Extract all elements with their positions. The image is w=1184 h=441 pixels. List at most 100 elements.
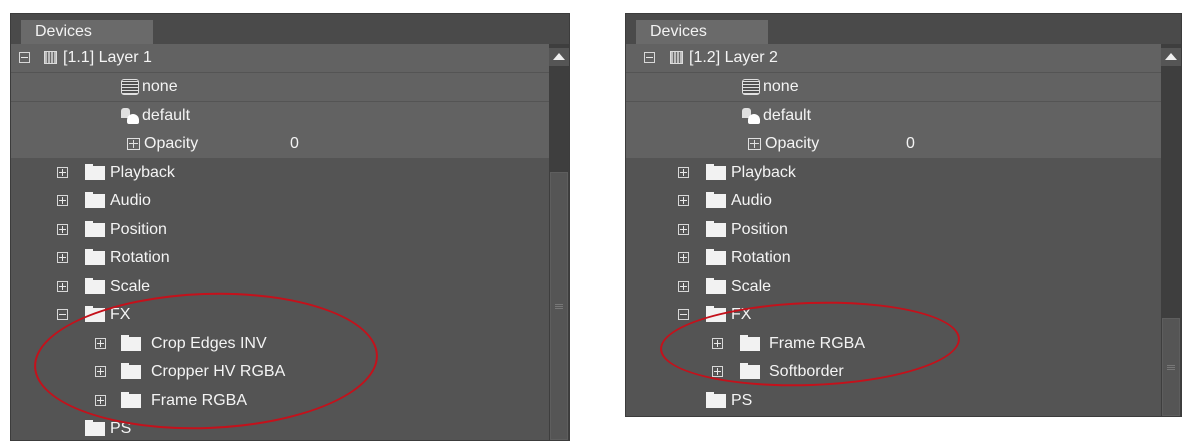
tree-row-fx[interactable]: FX xyxy=(11,301,549,329)
tree-row-audio[interactable]: Audio xyxy=(11,187,549,215)
tree-row-fx-child[interactable]: Frame RGBA xyxy=(11,387,549,415)
vertical-scrollbar[interactable] xyxy=(549,44,569,440)
expand-icon[interactable] xyxy=(678,281,689,292)
opacity-label: Opacity xyxy=(765,135,820,152)
expand-icon[interactable] xyxy=(678,252,689,263)
layer-label: [1.1] Layer 1 xyxy=(63,49,152,66)
layer-label: [1.2] Layer 2 xyxy=(689,49,778,66)
folder-icon xyxy=(740,335,760,351)
devices-panel-right: Devices [1.2] Layer 2 none default Opaci… xyxy=(625,13,1182,417)
folder-icon xyxy=(85,420,105,436)
none-label: none xyxy=(763,78,799,95)
collapse-icon[interactable] xyxy=(678,309,689,320)
expand-icon[interactable] xyxy=(57,252,68,263)
folder-icon xyxy=(706,278,726,294)
expand-icon[interactable] xyxy=(57,167,68,178)
tree-row-fx[interactable]: FX xyxy=(626,301,1161,329)
folder-label: Frame RGBA xyxy=(151,392,248,409)
tree-row-ps[interactable]: PS xyxy=(626,387,1161,415)
tree-row-fx-child[interactable]: Cropper HV RGBA xyxy=(11,358,549,386)
tree-row-none[interactable]: none xyxy=(626,73,1161,101)
scroll-up-icon[interactable] xyxy=(549,48,569,66)
folder-label: Frame RGBA xyxy=(769,335,866,352)
scroll-up-icon[interactable] xyxy=(1161,48,1181,66)
tree-row-scale[interactable]: Scale xyxy=(626,273,1161,301)
opacity-value[interactable]: 0 xyxy=(906,130,915,158)
tab-strip: Devices xyxy=(11,14,569,44)
tree-row-layer-2[interactable]: [1.2] Layer 2 xyxy=(626,44,1161,72)
folder-icon xyxy=(85,164,105,180)
grip-icon xyxy=(1167,364,1175,370)
tree-row-fx-child[interactable]: Crop Edges INV xyxy=(11,330,549,358)
expand-icon[interactable] xyxy=(57,195,68,206)
folder-icon xyxy=(706,221,726,237)
folder-icon xyxy=(121,363,141,379)
tree-row-playback[interactable]: Playback xyxy=(626,159,1161,187)
tree-row-position[interactable]: Position xyxy=(11,216,549,244)
folder-icon xyxy=(706,192,726,208)
expand-icon[interactable] xyxy=(95,338,106,349)
opacity-value[interactable]: 0 xyxy=(290,130,299,158)
device-tree: [1.1] Layer 1 none default Opacity 0 Pla… xyxy=(11,44,549,440)
tree-row-scale[interactable]: Scale xyxy=(11,273,549,301)
tree-row-fx-child[interactable]: Softborder xyxy=(626,358,1161,386)
vertical-scrollbar[interactable] xyxy=(1161,44,1181,416)
expand-icon[interactable] xyxy=(712,338,723,349)
grip-icon xyxy=(555,303,563,309)
expand-icon[interactable] xyxy=(57,224,68,235)
folder-label: Rotation xyxy=(731,249,791,266)
folder-label: Crop Edges INV xyxy=(151,335,267,352)
folder-label: Scale xyxy=(731,278,772,295)
folder-icon xyxy=(85,249,105,265)
tree-row-rotation[interactable]: Rotation xyxy=(11,244,549,272)
none-label: none xyxy=(142,78,178,95)
opacity-icon xyxy=(127,138,140,150)
none-icon xyxy=(742,79,760,95)
scroll-thumb[interactable] xyxy=(550,172,568,440)
folder-icon xyxy=(121,335,141,351)
folder-label: Playback xyxy=(731,164,796,181)
expand-icon[interactable] xyxy=(712,366,723,377)
expand-icon[interactable] xyxy=(678,167,689,178)
tree-row-rotation[interactable]: Rotation xyxy=(626,244,1161,272)
collapse-icon[interactable] xyxy=(644,52,655,63)
scroll-thumb[interactable] xyxy=(1162,318,1180,416)
layer-icon xyxy=(670,51,683,64)
tree-row-ps[interactable]: PS xyxy=(11,415,549,440)
expand-icon[interactable] xyxy=(57,281,68,292)
folder-label: Scale xyxy=(110,278,151,295)
folder-label: Rotation xyxy=(110,249,170,266)
tree-row-playback[interactable]: Playback xyxy=(11,159,549,187)
tree-row-layer-1[interactable]: [1.1] Layer 1 xyxy=(11,44,549,72)
tree-row-opacity[interactable]: Opacity 0 xyxy=(626,130,1161,158)
tree-row-position[interactable]: Position xyxy=(626,216,1161,244)
folder-label: Playback xyxy=(110,164,175,181)
default-label: default xyxy=(142,107,191,124)
expand-icon[interactable] xyxy=(95,366,106,377)
tree-row-none[interactable]: none xyxy=(11,73,549,101)
collapse-icon[interactable] xyxy=(57,309,68,320)
folder-label: Audio xyxy=(110,192,151,209)
tree-row-default[interactable]: default xyxy=(626,102,1161,130)
tree-row-opacity[interactable]: Opacity 0 xyxy=(11,130,549,158)
folder-icon xyxy=(85,278,105,294)
expand-icon[interactable] xyxy=(95,395,106,406)
expand-icon[interactable] xyxy=(678,224,689,235)
device-tree: [1.2] Layer 2 none default Opacity 0 Pla… xyxy=(626,44,1161,416)
folder-label: Position xyxy=(110,221,167,238)
tab-devices[interactable]: Devices xyxy=(636,20,768,44)
folder-icon xyxy=(740,363,760,379)
tab-devices[interactable]: Devices xyxy=(21,20,153,44)
folder-icon xyxy=(706,249,726,265)
tree-row-fx-child[interactable]: Frame RGBA xyxy=(626,330,1161,358)
expand-icon[interactable] xyxy=(678,195,689,206)
folder-icon xyxy=(121,392,141,408)
tree-row-audio[interactable]: Audio xyxy=(626,187,1161,215)
folder-icon xyxy=(85,192,105,208)
opacity-icon xyxy=(748,138,761,150)
collapse-icon[interactable] xyxy=(19,52,30,63)
opacity-label: Opacity xyxy=(144,135,199,152)
folder-label: PS xyxy=(731,392,753,409)
folder-label: FX xyxy=(731,306,752,323)
tree-row-default[interactable]: default xyxy=(11,102,549,130)
